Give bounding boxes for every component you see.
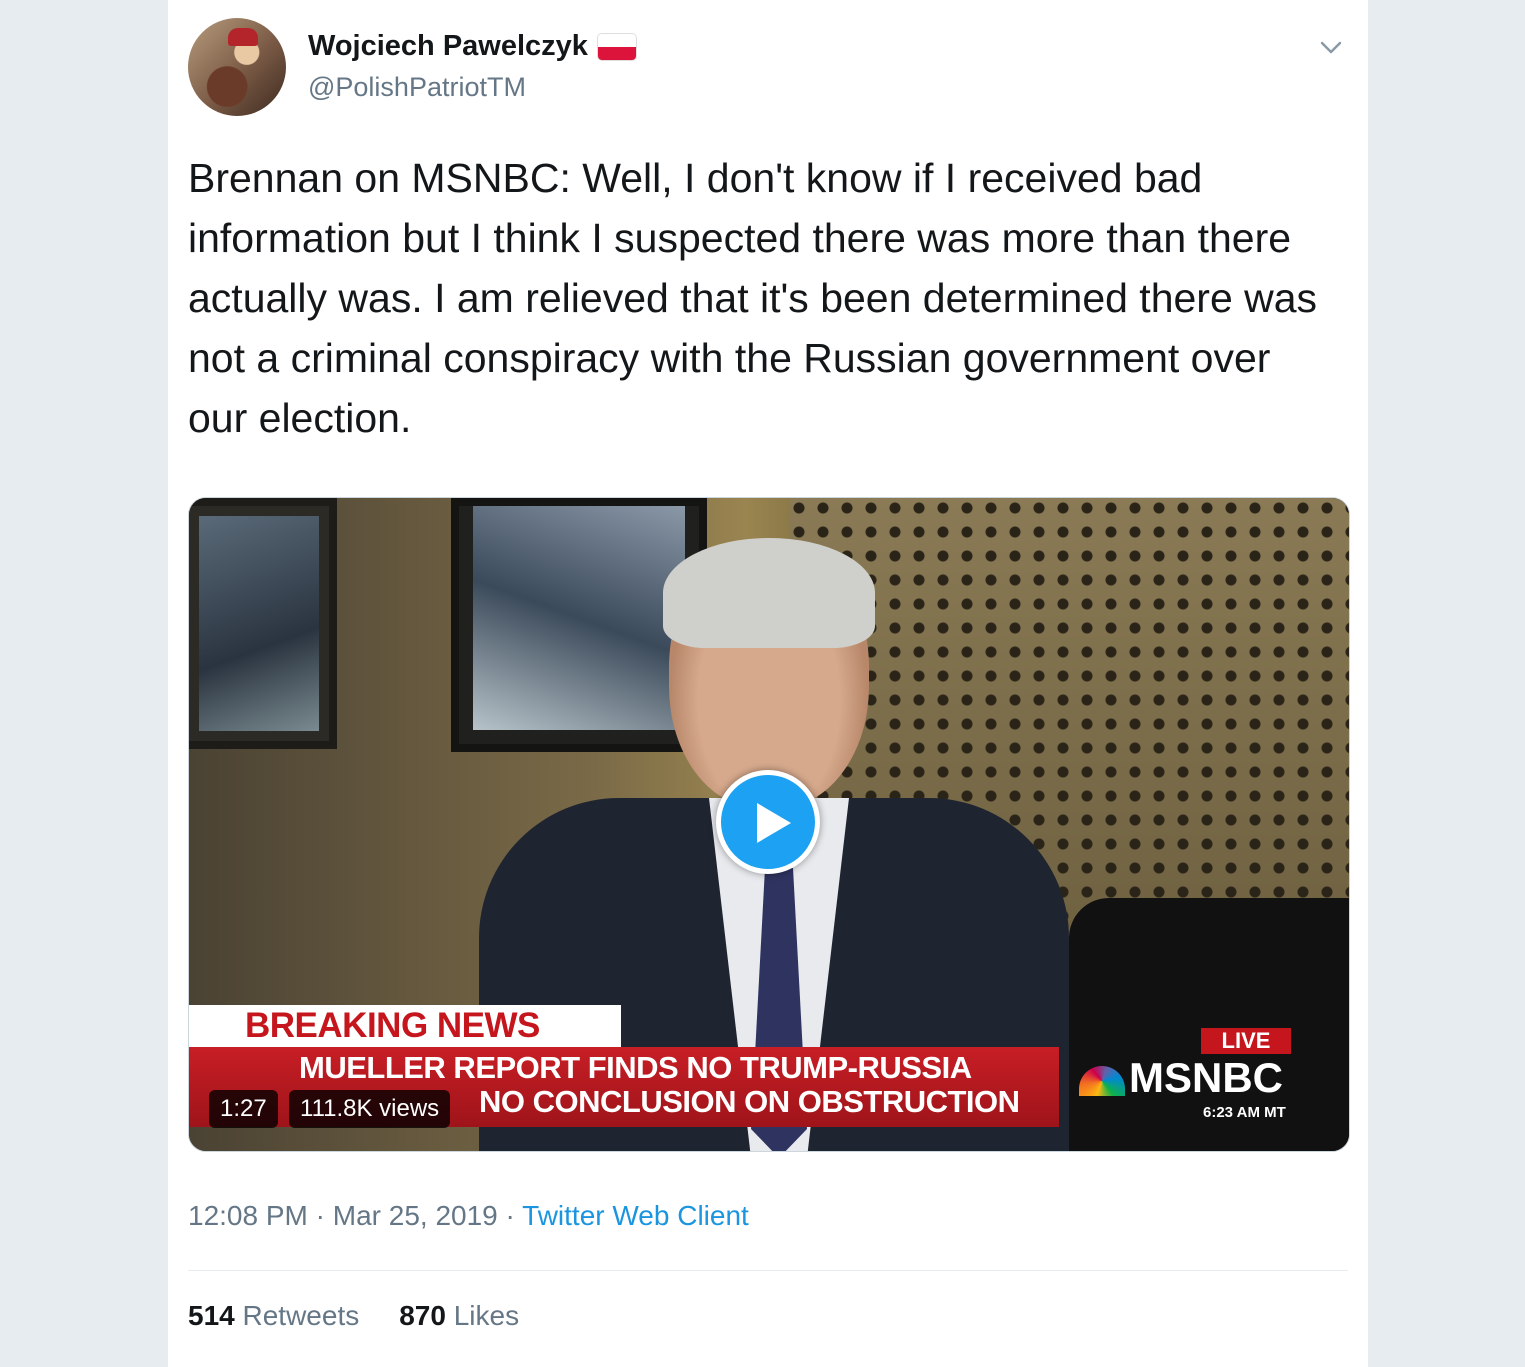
speaker-hair — [663, 538, 875, 648]
retweets-label: Retweets — [242, 1300, 360, 1331]
video-player[interactable]: BREAKING NEWS MUELLER REPORT FINDS NO TR… — [188, 497, 1350, 1152]
meta-separator: · — [307, 1200, 333, 1231]
tweet-time[interactable]: 12:08 PM — [188, 1200, 308, 1231]
tweet-card: Wojciech Pawelczyk @PolishPatriotTM Bren… — [168, 0, 1368, 1367]
network-logo: MSNBC — [1079, 1054, 1283, 1102]
play-icon — [757, 803, 791, 843]
play-button[interactable] — [716, 770, 820, 874]
breaking-news-label: BREAKING NEWS — [245, 1006, 540, 1045]
display-name[interactable]: Wojciech Pawelczyk — [308, 30, 588, 63]
tweet-date[interactable]: Mar 25, 2019 — [333, 1200, 498, 1231]
video-duration: 1:27 — [209, 1090, 278, 1128]
avatar[interactable] — [188, 18, 286, 116]
chevron-down-icon[interactable] — [1318, 34, 1344, 60]
user-handle[interactable]: @PolishPatriotTM — [308, 72, 526, 103]
video-views: 111.8K views — [289, 1090, 451, 1128]
retweets-count: 514 — [188, 1300, 235, 1331]
news-headline-line1: MUELLER REPORT FINDS NO TRUMP-RUSSIA — [299, 1050, 972, 1085]
likes-count: 870 — [399, 1300, 446, 1331]
peacock-icon — [1079, 1065, 1125, 1096]
meta-separator: · — [497, 1200, 523, 1231]
wall-painting — [189, 498, 337, 749]
likes-label: Likes — [453, 1300, 520, 1331]
divider — [188, 1270, 1348, 1271]
live-badge: LIVE — [1201, 1028, 1291, 1054]
retweets-stat[interactable]: 514 Retweets — [188, 1300, 359, 1332]
tweet-text: Brennan on MSNBC: Well, I don't know if … — [188, 155, 1318, 441]
tweet-metadata: 12:08 PM · Mar 25, 2019 · Twitter Web Cl… — [188, 1200, 749, 1232]
network-name: MSNBC — [1129, 1054, 1283, 1101]
author-name-row: Wojciech Pawelczyk — [308, 30, 636, 63]
likes-stat[interactable]: 870 Likes — [399, 1300, 519, 1332]
poland-flag-icon — [597, 33, 636, 60]
tweet-stats: 514 Retweets 870 Likes — [188, 1300, 519, 1332]
news-headline-line2: NO CONCLUSION ON OBSTRUCTION — [479, 1084, 1020, 1119]
tweet-client-link[interactable]: Twitter Web Client — [522, 1200, 749, 1231]
broadcast-clock: 6:23 AM MT — [1203, 1104, 1286, 1121]
